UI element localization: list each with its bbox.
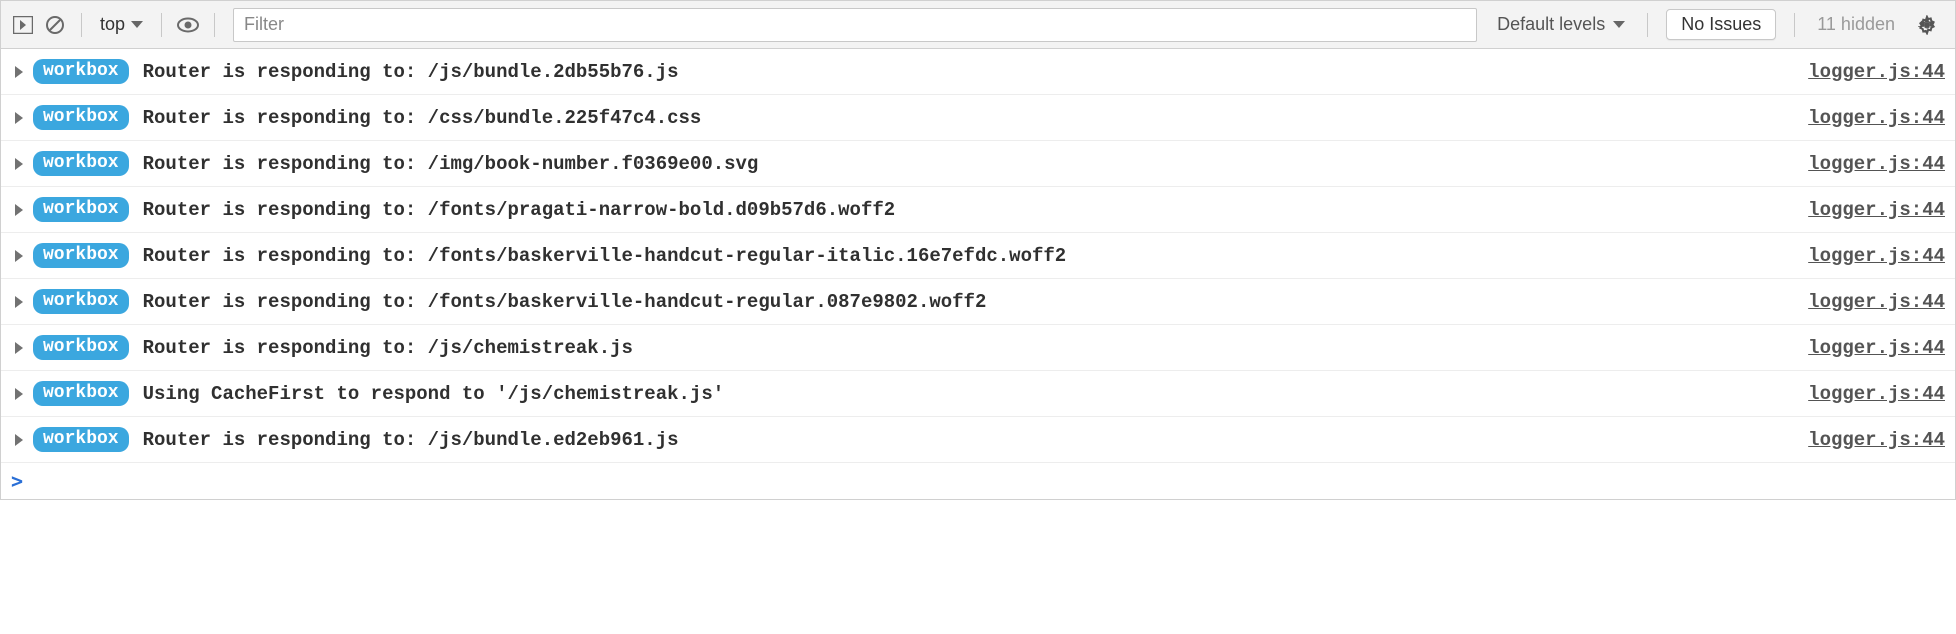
disclosure-triangle-icon[interactable] <box>15 342 23 354</box>
log-levels-selector[interactable]: Default levels <box>1487 14 1635 35</box>
settings-button[interactable] <box>1913 11 1941 39</box>
context-label: top <box>100 14 125 35</box>
context-selector[interactable]: top <box>94 14 149 35</box>
separator <box>81 13 82 37</box>
source-link[interactable]: logger.js:44 <box>1808 107 1945 129</box>
log-message: Router is responding to: /fonts/baskervi… <box>143 245 1793 267</box>
workbox-badge: workbox <box>33 197 129 222</box>
log-message: Router is responding to: /css/bundle.225… <box>143 107 1793 129</box>
log-row: workbox Router is responding to: /fonts/b… <box>1 233 1955 279</box>
source-link[interactable]: logger.js:44 <box>1808 383 1945 405</box>
log-row: workbox Router is responding to: /fonts/b… <box>1 279 1955 325</box>
source-link[interactable]: logger.js:44 <box>1808 429 1945 451</box>
console-panel: top Default levels No Issues 11 hidden w… <box>0 0 1956 500</box>
log-output: workbox Router is responding to: /js/bund… <box>1 49 1955 463</box>
workbox-badge: workbox <box>33 59 129 84</box>
separator <box>1794 13 1795 37</box>
log-row: workbox Using CacheFirst to respond to '/… <box>1 371 1955 417</box>
issues-button[interactable]: No Issues <box>1666 9 1776 40</box>
separator <box>1647 13 1648 37</box>
disclosure-triangle-icon[interactable] <box>15 158 23 170</box>
filter-input[interactable] <box>233 8 1477 42</box>
chevron-down-icon <box>1613 21 1625 28</box>
log-row: workbox Router is responding to: /js/bund… <box>1 417 1955 463</box>
log-message: Router is responding to: /js/chemistreak… <box>143 337 1793 359</box>
log-message: Router is responding to: /fonts/pragati-… <box>143 199 1793 221</box>
log-row: workbox Router is responding to: /js/chem… <box>1 325 1955 371</box>
workbox-badge: workbox <box>33 105 129 130</box>
workbox-badge: workbox <box>33 427 129 452</box>
log-message: Router is responding to: /js/bundle.2db5… <box>143 61 1793 83</box>
log-message: Router is responding to: /img/book-numbe… <box>143 153 1793 175</box>
log-row: workbox Router is responding to: /img/boo… <box>1 141 1955 187</box>
workbox-badge: workbox <box>33 381 129 406</box>
chevron-down-icon <box>131 21 143 28</box>
separator <box>214 13 215 37</box>
source-link[interactable]: logger.js:44 <box>1808 61 1945 83</box>
separator <box>161 13 162 37</box>
log-message: Router is responding to: /js/bundle.ed2e… <box>143 429 1793 451</box>
disclosure-triangle-icon[interactable] <box>15 66 23 78</box>
source-link[interactable]: logger.js:44 <box>1808 337 1945 359</box>
log-message: Router is responding to: /fonts/baskervi… <box>143 291 1793 313</box>
disclosure-triangle-icon[interactable] <box>15 434 23 446</box>
workbox-badge: workbox <box>33 151 129 176</box>
log-message: Using CacheFirst to respond to '/js/chem… <box>143 383 1793 405</box>
source-link[interactable]: logger.js:44 <box>1808 153 1945 175</box>
console-toolbar: top Default levels No Issues 11 hidden <box>1 1 1955 49</box>
toggle-sidebar-button[interactable] <box>9 11 37 39</box>
clear-console-button[interactable] <box>41 11 69 39</box>
levels-label: Default levels <box>1497 14 1605 35</box>
source-link[interactable]: logger.js:44 <box>1808 245 1945 267</box>
disclosure-triangle-icon[interactable] <box>15 388 23 400</box>
hidden-messages-label[interactable]: 11 hidden <box>1807 14 1905 35</box>
disclosure-triangle-icon[interactable] <box>15 296 23 308</box>
prompt-caret-icon: > <box>11 469 23 493</box>
source-link[interactable]: logger.js:44 <box>1808 199 1945 221</box>
live-expression-button[interactable] <box>174 11 202 39</box>
log-row: workbox Router is responding to: /fonts/p… <box>1 187 1955 233</box>
workbox-badge: workbox <box>33 335 129 360</box>
disclosure-triangle-icon[interactable] <box>15 250 23 262</box>
console-input-row[interactable]: > <box>1 463 1955 499</box>
workbox-badge: workbox <box>33 289 129 314</box>
source-link[interactable]: logger.js:44 <box>1808 291 1945 313</box>
log-row: workbox Router is responding to: /js/bund… <box>1 49 1955 95</box>
log-row: workbox Router is responding to: /css/bun… <box>1 95 1955 141</box>
disclosure-triangle-icon[interactable] <box>15 112 23 124</box>
workbox-badge: workbox <box>33 243 129 268</box>
disclosure-triangle-icon[interactable] <box>15 204 23 216</box>
